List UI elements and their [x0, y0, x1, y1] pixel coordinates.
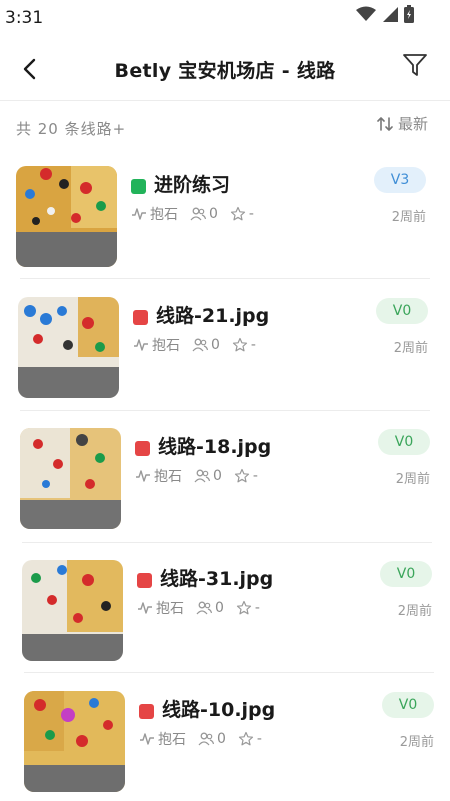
status-icons — [356, 5, 414, 23]
route-list-item[interactable]: 进阶练习 抱石 0 - V3 2周前 — [16, 166, 428, 276]
route-status-dot — [135, 441, 150, 456]
page-title: Betly 宝安机场店 - 线路 — [114, 60, 336, 82]
route-rating: - — [248, 206, 254, 222]
route-time-ago: 2周前 — [399, 735, 434, 750]
route-meta: 抱石 0 - — [135, 466, 270, 486]
route-rating: - — [256, 731, 262, 747]
grade-badge: V0 — [378, 429, 430, 455]
header-divider — [0, 100, 450, 101]
route-thumbnail — [18, 297, 119, 398]
cell-signal-icon — [383, 7, 398, 22]
users-icon — [196, 601, 212, 615]
route-name: 线路-31.jpg — [160, 568, 274, 590]
app-bar: Betly 宝安机场店 - 线路 — [0, 36, 450, 98]
route-time-ago: 2周前 — [395, 472, 430, 487]
route-type: 抱石 — [154, 469, 182, 485]
battery-icon — [404, 5, 414, 23]
route-status-dot — [137, 573, 152, 588]
route-name: 线路-18.jpg — [158, 436, 272, 458]
route-time-ago: 2周前 — [397, 604, 432, 619]
route-climbers: 0 — [211, 337, 220, 353]
sort-icon — [377, 116, 393, 131]
activity-icon — [132, 208, 146, 220]
route-name: 线路-21.jpg — [156, 305, 270, 327]
users-icon — [194, 469, 210, 483]
grade-badge: V0 — [382, 692, 434, 718]
route-type: 抱石 — [158, 732, 186, 748]
users-icon — [190, 207, 206, 221]
route-meta: 抱石 0 - — [133, 335, 268, 355]
grade-badge: V0 — [376, 298, 428, 324]
route-count: 共 20 条线路+ — [16, 120, 127, 138]
route-rating: - — [252, 468, 258, 484]
row-divider — [22, 542, 432, 543]
route-type: 抱石 — [150, 207, 178, 223]
route-thumbnail — [24, 691, 125, 792]
route-name: 线路-10.jpg — [162, 699, 276, 721]
route-climbers: 0 — [217, 731, 226, 747]
route-name: 进阶练习 — [154, 174, 231, 196]
route-thumbnail — [22, 560, 123, 661]
route-climbers: 0 — [209, 206, 218, 222]
star-icon — [232, 337, 248, 352]
activity-icon — [134, 339, 148, 351]
route-status-dot — [133, 310, 148, 325]
status-time: 3:31 — [5, 8, 44, 28]
route-type: 抱石 — [152, 338, 180, 354]
grade-badge: V0 — [380, 561, 432, 587]
route-type: 抱石 — [156, 601, 184, 617]
row-divider — [24, 672, 434, 673]
route-status-dot — [131, 179, 146, 194]
star-icon — [234, 468, 250, 483]
route-thumbnail — [16, 166, 117, 267]
route-meta: 抱石 0 - — [131, 204, 266, 224]
route-rating: - — [250, 337, 256, 353]
users-icon — [198, 732, 214, 746]
route-time-ago: 2周前 — [391, 210, 426, 225]
users-icon — [192, 338, 208, 352]
activity-icon — [136, 470, 150, 482]
route-climbers: 0 — [215, 600, 224, 616]
sort-label: 最新 — [397, 115, 428, 133]
sort-button[interactable]: 最新 — [376, 113, 428, 134]
route-list-item[interactable]: 线路-18.jpg 抱石 0 - V0 2周前 — [20, 428, 432, 538]
star-icon — [236, 600, 252, 615]
route-meta: 抱石 0 - — [139, 729, 274, 749]
status-bar: 3:31 — [0, 0, 450, 36]
route-meta: 抱石 0 - — [137, 598, 272, 618]
activity-icon — [138, 602, 152, 614]
row-divider — [20, 278, 430, 279]
row-divider — [20, 410, 430, 411]
route-list-item[interactable]: 线路-10.jpg 抱石 0 - V0 2周前 — [24, 691, 436, 801]
route-rating: - — [254, 600, 260, 616]
route-time-ago: 2周前 — [393, 341, 428, 356]
grade-badge: V3 — [374, 167, 426, 193]
filter-icon[interactable] — [400, 50, 430, 80]
star-icon — [230, 206, 246, 221]
activity-icon — [140, 733, 154, 745]
route-list-item[interactable]: 线路-21.jpg 抱石 0 - V0 2周前 — [18, 297, 430, 407]
star-icon — [238, 731, 254, 746]
route-list-item[interactable]: 线路-31.jpg 抱石 0 - V0 2周前 — [22, 560, 434, 670]
route-climbers: 0 — [213, 468, 222, 484]
route-status-dot — [139, 704, 154, 719]
route-thumbnail — [20, 428, 121, 529]
wifi-icon — [356, 6, 376, 21]
